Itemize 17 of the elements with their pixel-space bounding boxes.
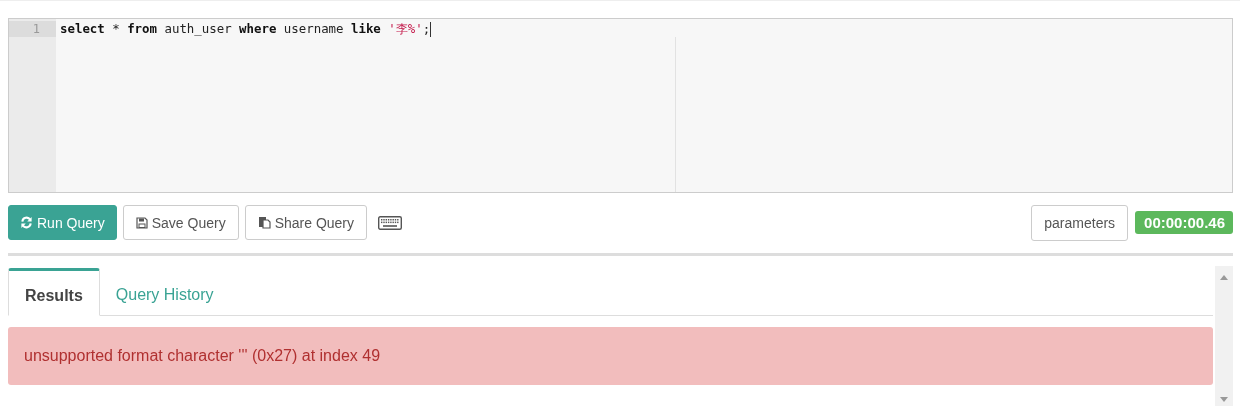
toolbar-button[interactable]: Save Query (122, 205, 239, 240)
clipboard-icon (257, 216, 271, 229)
elapsed-time-badge: 00:00:00.46 (1135, 211, 1233, 234)
code-line: select * from auth_user where username like '李%'; (60, 20, 432, 38)
scroll-down-icon[interactable] (1220, 397, 1228, 402)
scrollbar[interactable] (1215, 266, 1233, 406)
parameters-button[interactable]: parameters (1031, 204, 1129, 241)
keyboard-icon[interactable] (378, 215, 402, 230)
toolbar-button[interactable]: Share Query (244, 205, 367, 240)
line-number: 1 (9, 21, 56, 37)
error-message: unsupported format character ''' (0x27) at index 49 (8, 327, 1213, 385)
refresh-icon (20, 216, 33, 229)
scroll-up-icon[interactable] (1220, 275, 1228, 280)
save-icon (135, 216, 148, 229)
tab[interactable]: Results (8, 268, 100, 316)
code-editor[interactable]: 1 select * from auth_user where username like '李%'; (8, 18, 1233, 193)
text-cursor (430, 21, 432, 37)
